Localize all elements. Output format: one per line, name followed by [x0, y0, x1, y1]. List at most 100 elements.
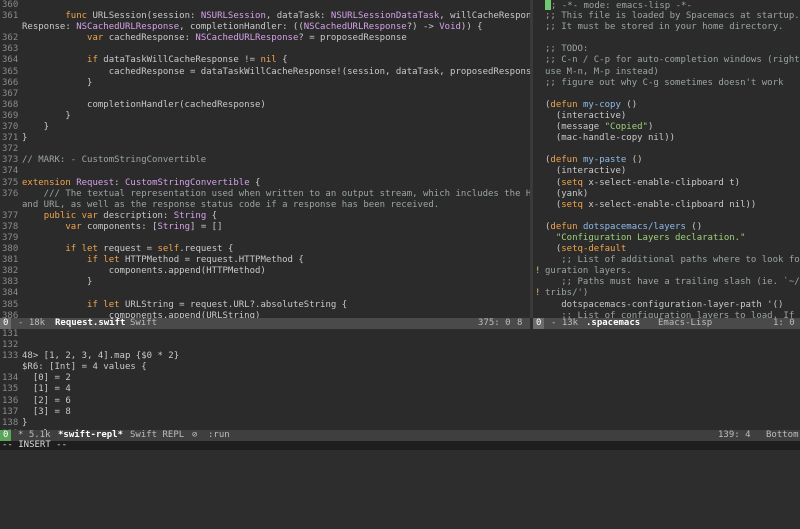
code-text: (yank)	[545, 188, 589, 199]
code-line: 374	[0, 166, 530, 177]
code-text: if let request = self.request {	[65, 244, 234, 255]
line-number: 383	[2, 277, 19, 288]
buffer-name[interactable]: *swift-repl*	[58, 430, 123, 441]
lisp-line: ;; List of configuration layers to load.…	[533, 311, 800, 318]
code-line: 380 if let request = self.request {	[0, 244, 530, 255]
code-text: Response: NSCachedURLResponse, completio…	[22, 22, 483, 33]
code-text: guration layers.	[545, 266, 632, 277]
repl-line: 138}	[0, 418, 800, 429]
line-number: 134	[2, 373, 19, 384]
code-text: if let URLString = request.URL?.absolute…	[87, 299, 348, 310]
lisp-line	[533, 144, 800, 155]
code-line: 382 components.append(HTTPMethod)	[0, 266, 530, 277]
code-line: 364 if dataTaskWillCacheResponse != nil …	[0, 55, 530, 66]
code-text: }	[22, 77, 93, 88]
code-line: 361 func URLSession(session: NSURLSessio…	[0, 11, 530, 22]
repl-line: 131	[0, 329, 800, 340]
lisp-line: ;; C-n / C-p for auto-completion windows…	[533, 55, 800, 66]
lisp-line: ; -*- mode: emacs-lisp -*-	[533, 0, 800, 11]
code-line: 362 var cachedResponse: NSCachedURLRespo…	[0, 33, 530, 44]
code-text: ;; List of additional paths where to loo…	[561, 255, 800, 266]
lisp-line	[533, 89, 800, 100]
code-text: (defun dotspacemacs/layers ()	[545, 221, 703, 232]
code-line: 376 /// The textual representation used …	[0, 189, 530, 200]
code-text: cachedResponse = dataTaskWillCacheRespon…	[22, 66, 530, 77]
code-text: components.append(HTTPMethod)	[22, 266, 266, 277]
code-text: ;; It must be stored in your home direct…	[545, 22, 784, 33]
window-number: 0	[533, 318, 545, 329]
lisp-line: (defun dotspacemacs/layers ()	[533, 222, 800, 233]
code-text: (interactive)	[545, 110, 627, 121]
swift-editor-pane[interactable]: 360 361 func URLSession(session: NSURLSes…	[0, 0, 530, 318]
window-number: 0	[0, 318, 12, 329]
spacemacs-editor-pane[interactable]: ; -*- mode: emacs-lisp -*-;; This file i…	[533, 0, 800, 318]
code-line: 367	[0, 89, 530, 100]
repl-text: $R6: [Int] = 4 values {	[22, 362, 147, 373]
line-number: 373	[2, 155, 19, 166]
repl-line: 132	[0, 340, 800, 351]
code-text: completionHandler(cachedResponse)	[22, 99, 266, 110]
code-text: "Configuration Layers declaration."	[555, 232, 746, 243]
major-mode[interactable]: Emacs-Lisp	[658, 318, 712, 329]
repl-line: 134 [0] = 2	[0, 373, 800, 384]
code-line: 375 extension Request: CustomStringConver…	[0, 178, 530, 189]
code-text: (interactive)	[545, 166, 627, 177]
code-text: dotspacemacs-configuration-layer-path '(…	[545, 299, 784, 310]
major-mode[interactable]: Swift	[130, 318, 157, 329]
line-number: 378	[2, 221, 19, 232]
code-line: 372	[0, 144, 530, 155]
code-line: 378 var components: [String] = []	[0, 222, 530, 233]
buffer-name[interactable]: Request.swift	[55, 318, 125, 329]
repl-line: 136 [2] = 6	[0, 396, 800, 407]
code-text: and URL, as well as the response status …	[22, 199, 440, 210]
code-text: use M-n, M-p instead)	[545, 66, 659, 77]
code-text: ;; This file is loaded by Spacemacs at s…	[545, 11, 800, 22]
code-line: 365 cachedResponse = dataTaskWillCacheRe…	[0, 67, 530, 78]
lisp-line: "Configuration Layers declaration."	[533, 233, 800, 244]
repl-text: [2] = 6	[22, 395, 71, 406]
cursor-position: 139: 4	[718, 430, 751, 440]
buffer-size: - 18k	[18, 318, 46, 328]
code-line: and URL, as well as the response status …	[0, 200, 530, 211]
buffer-name[interactable]: .spacemacs	[586, 318, 640, 329]
repl-line: 137 [3] = 8	[0, 407, 800, 418]
code-line: Response: NSCachedURLResponse, completio…	[0, 22, 530, 33]
line-number: 361	[2, 11, 19, 22]
line-number: 368	[2, 99, 19, 110]
code-line: 371}	[0, 133, 530, 144]
lisp-line: (setq x-select-enable-clipboard nil))	[533, 200, 800, 211]
code-text: (setq x-select-enable-clipboard t)	[545, 177, 741, 188]
lisp-line: (setq x-select-enable-clipboard t)	[533, 178, 800, 189]
line-number: 138	[2, 417, 19, 428]
line-number: 367	[2, 88, 19, 99]
code-line: 373// MARK: - CustomStringConvertible	[0, 155, 530, 166]
code-text: (message "Copied")	[545, 122, 654, 133]
line-number: 384	[2, 288, 19, 299]
line-number: 377	[2, 210, 19, 221]
line-number: 370	[2, 122, 19, 133]
line-number: 381	[2, 255, 19, 266]
code-line: 368 completionHandler(cachedResponse)	[0, 100, 530, 111]
code-text: var cachedResponse: NSCachedURLResponse?…	[87, 33, 407, 44]
major-mode[interactable]: Swift REPL	[130, 430, 184, 441]
line-number: 375	[2, 177, 19, 188]
repl-text: [3] = 8	[22, 406, 71, 417]
lisp-line: (defun my-copy ()	[533, 100, 800, 111]
swift-repl-pane[interactable]: 131 132 133 48> [1, 2, 3, 4].map {$0 * 2} $R…	[0, 329, 800, 430]
lisp-line: ;; Paths must have a trailing slash (ie.…	[533, 277, 800, 288]
repl-text: [0] = 2	[22, 373, 71, 384]
buffer-size: - 13k	[551, 318, 579, 328]
modeline-swift-repl: 0 * 5.1k *swift-repl* Swift REPL ⊘ :run …	[0, 430, 800, 441]
code-text: ;; figure out why C-g sometimes doesn't …	[545, 77, 784, 88]
lisp-line: ;; List of additional paths where to loo…	[533, 255, 800, 266]
code-text: /// The textual representation used when…	[22, 188, 530, 199]
line-number: 380	[2, 244, 19, 255]
lisp-line: (message "Copied")	[533, 122, 800, 133]
repl-text: [1] = 4	[22, 384, 71, 395]
code-text: func URLSession(session: NSURLSession, d…	[65, 11, 530, 22]
process-status: :run	[208, 430, 230, 440]
cursor-position: 375: 0	[478, 318, 511, 328]
code-text: }	[22, 133, 28, 144]
lisp-line: ! tribs/')	[533, 288, 800, 299]
line-number: 360	[2, 0, 19, 10]
